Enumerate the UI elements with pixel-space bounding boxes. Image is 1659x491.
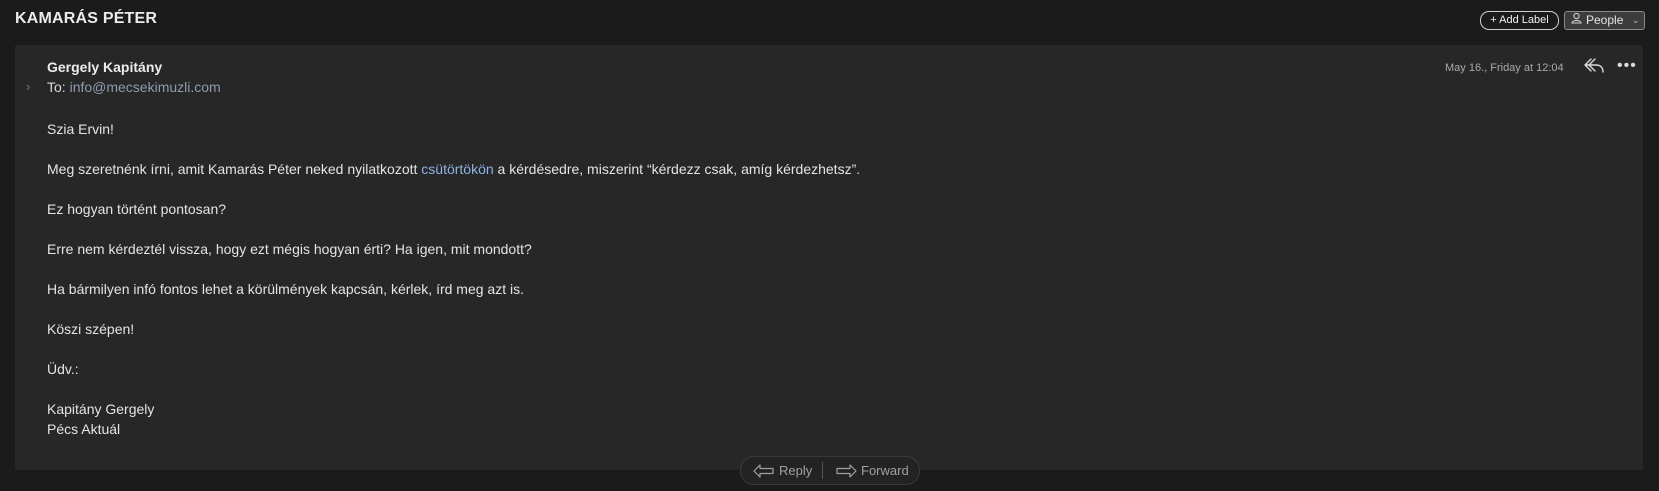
body-paragraph: Erre nem kérdeztél vissza, hogy ezt mégi… — [47, 241, 532, 257]
person-icon — [1571, 12, 1582, 29]
body-paragraph: Ez hogyan történt pontosan? — [47, 201, 227, 217]
chevron-right-icon[interactable]: › — [26, 79, 30, 94]
message-date: May 16., Friday at 12:04 — [1445, 62, 1564, 74]
recipient-address[interactable]: info@mecsekimuzli.com — [70, 79, 221, 95]
people-label: People — [1586, 13, 1624, 27]
body-paragraph: Üdv.: — [47, 361, 79, 377]
forward-icon — [836, 464, 857, 478]
body-paragraph: Ha bármilyen infó fontos lehet a körülmé… — [47, 281, 524, 297]
reply-icon — [753, 464, 774, 478]
recipient-line: To: info@mecsekimuzli.com — [47, 79, 221, 95]
date-link[interactable]: csütörtökön — [421, 161, 493, 177]
thread-subject: KAMARÁS PÉTER — [15, 10, 158, 27]
reply-icon[interactable] — [1583, 57, 1607, 77]
paragraph-text: Meg szeretnénk írni, amit Kamarás Péter … — [47, 161, 422, 177]
paragraph-text: a kérdésedre, miszerint “kérdezz csak, a… — [493, 161, 861, 177]
to-prefix: To: — [47, 79, 66, 95]
forward-label: Forward — [861, 463, 909, 478]
reply-label: Reply — [779, 463, 813, 478]
message-body: Szia Ervin! Meg szeretnénk írni, amit Ka… — [47, 119, 1607, 439]
message-card: › Gergely Kapitány To: info@mecsekimuzli… — [15, 45, 1643, 470]
signature-org: Pécs Aktuál — [47, 421, 121, 437]
body-paragraph: Meg szeretnénk írni, amit Kamarás Péter … — [47, 159, 1607, 179]
people-button[interactable]: People ⌄ — [1564, 11, 1645, 30]
thread-header: KAMARÁS PÉTER + Add Label People ⌄ — [0, 0, 1659, 42]
body-paragraph: Köszi szépen! — [47, 321, 135, 337]
more-icon[interactable]: ••• — [1617, 57, 1637, 75]
divider — [822, 462, 823, 479]
sender-name: Gergely Kapitány — [47, 59, 163, 75]
add-label-button[interactable]: + Add Label — [1480, 11, 1559, 30]
signature-name: Kapitány Gergely — [47, 401, 155, 417]
chevron-down-icon: ⌄ — [1632, 15, 1640, 25]
message-actions: Reply Forward — [740, 456, 920, 485]
greeting: Szia Ervin! — [47, 121, 114, 137]
